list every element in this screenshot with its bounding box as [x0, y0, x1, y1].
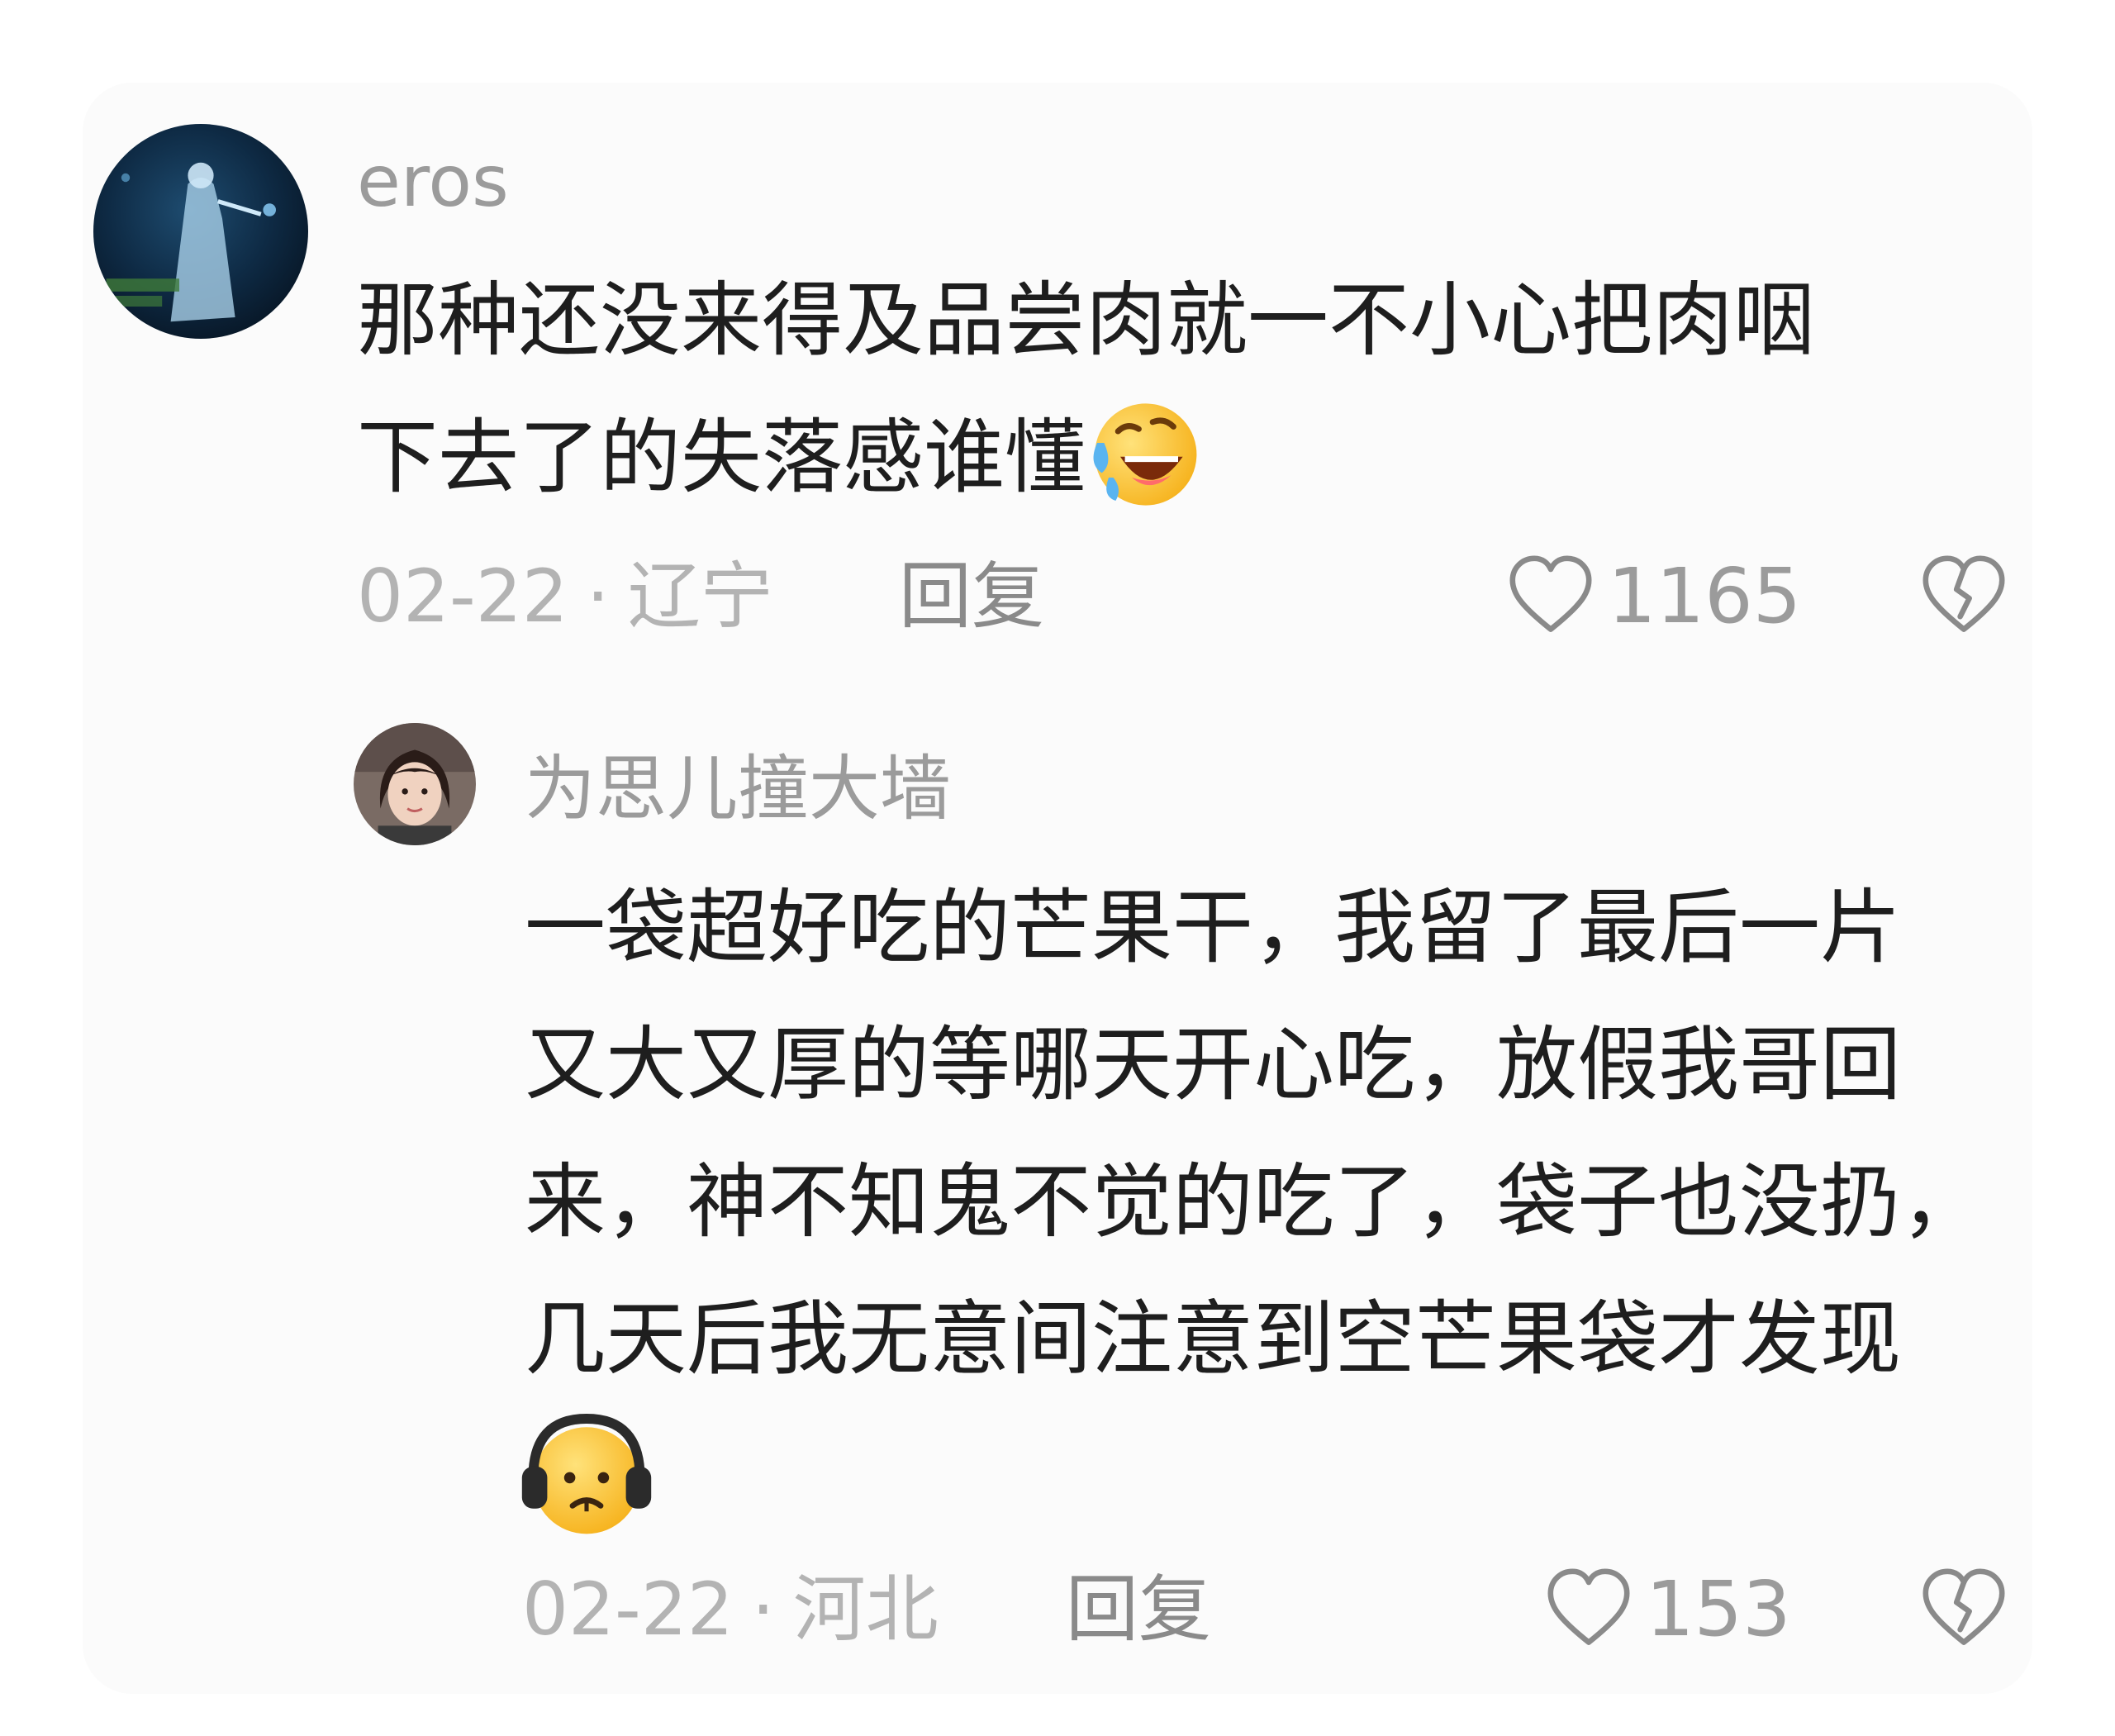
username[interactable]: eros: [357, 140, 509, 223]
rolling-on-floor-laughing-icon: [1086, 397, 1201, 512]
like-count: 153: [1646, 1565, 1791, 1653]
broken-heart-icon: [1918, 551, 2009, 642]
dislike-button[interactable]: [1918, 1564, 2009, 1655]
avatar[interactable]: [93, 124, 308, 339]
dislike-button[interactable]: [1918, 551, 2009, 642]
like-button[interactable]: 1165: [1505, 551, 1801, 642]
reply-button[interactable]: 回复: [1066, 1568, 1211, 1651]
like-count: 1165: [1608, 552, 1802, 640]
comment-meta: 02-22 · 河北: [522, 1568, 939, 1651]
like-button[interactable]: 153: [1543, 1564, 1791, 1655]
comment-line: 又大又厚的等哪天开心吃，放假我哥回: [525, 1018, 1902, 1112]
comment-line: 一袋超好吃的芒果干，我留了最后一片: [525, 881, 1902, 975]
comment-line: 下去了的失落感谁懂: [357, 411, 1086, 505]
comment-text: 那种还没来得及品尝肉就一不小心把肉咽 下去了的失落感谁懂: [357, 252, 1814, 526]
meta-separator: ·: [751, 1567, 775, 1652]
username[interactable]: 为思儿撞大墙: [525, 748, 951, 830]
comment-location: 河北: [792, 1567, 939, 1652]
comment-text: 一袋超好吃的芒果干，我留了最后一片 又大又厚的等哪天开心吃，放假我哥回 来，神不…: [525, 859, 1982, 1408]
comment-meta: 02-22 · 辽宁: [357, 555, 773, 638]
avatar[interactable]: [354, 723, 476, 845]
reply-button[interactable]: 回复: [899, 555, 1044, 638]
comment-line: 几天后我无意间注意到空芒果袋才发现: [525, 1292, 1902, 1386]
comment-location: 辽宁: [627, 554, 773, 639]
heart-icon: [1505, 551, 1596, 642]
headphones-sad-face-icon: [516, 1405, 657, 1545]
broken-heart-icon: [1918, 1564, 2009, 1655]
comment-date: 02-22: [522, 1567, 734, 1652]
heart-icon: [1543, 1564, 1634, 1655]
comment-line: 来，神不知鬼不觉的吃了，袋子也没扔，: [525, 1155, 1983, 1249]
comment-line: 那种还没来得及品尝肉就一不小心把肉咽: [357, 273, 1815, 368]
meta-separator: ·: [586, 554, 610, 639]
comment-line-with-emoji: 下去了的失落感谁懂: [357, 389, 1814, 526]
comment-date: 02-22: [357, 554, 568, 639]
comment-screen: eros 那种还没来得及品尝肉就一不小心把肉咽 下去了的失落感谁懂 02-22 …: [0, 0, 2115, 1736]
